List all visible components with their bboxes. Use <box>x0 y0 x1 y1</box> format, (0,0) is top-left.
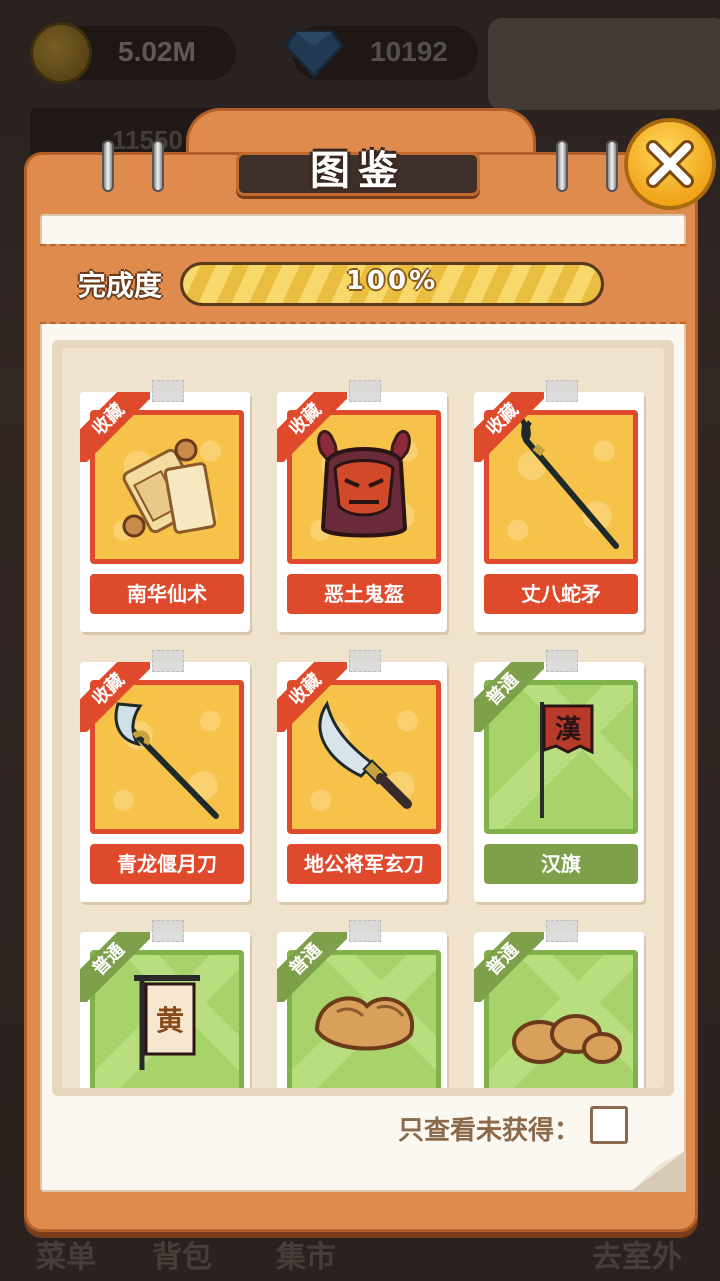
collection-card[interactable]: 收藏 青龙偃月刀 <box>80 650 250 902</box>
rarity-ribbon: 收藏 <box>80 392 150 462</box>
item-name: 地公将军玄刀 <box>287 844 441 884</box>
close-button[interactable] <box>624 118 716 210</box>
item-name: 恶土鬼盔 <box>287 574 441 614</box>
tape <box>152 650 184 672</box>
page-curl <box>630 1150 686 1192</box>
rarity-ribbon: 普通 <box>277 932 347 1002</box>
close-icon <box>646 140 694 188</box>
collection-card[interactable]: 收藏 丈八蛇矛 <box>474 380 644 632</box>
completion-label: 完成度 <box>78 269 163 302</box>
rarity-ribbon: 收藏 <box>277 662 347 732</box>
collection-card[interactable]: 收藏 恶土鬼盔 <box>277 380 447 632</box>
tape <box>546 380 578 402</box>
svg-text:漢: 漢 <box>555 715 582 745</box>
tape <box>152 380 184 402</box>
svg-text:黄: 黄 <box>156 1004 184 1037</box>
collection-card[interactable]: 漢 普通 汉旗 <box>474 650 644 902</box>
tape <box>349 650 381 672</box>
filter-unobtained-label: 只查看未获得： <box>398 1116 581 1146</box>
collection-card[interactable]: 黄 普通 <box>80 920 250 1088</box>
tape <box>546 920 578 942</box>
collection-card[interactable]: 普通 <box>474 920 644 1088</box>
rarity-ribbon: 收藏 <box>80 662 150 732</box>
item-name: 汉旗 <box>484 844 638 884</box>
item-name: 丈八蛇矛 <box>484 574 638 614</box>
collection-card[interactable]: 普通 <box>277 920 447 1088</box>
binder-ring <box>606 140 618 192</box>
rarity-ribbon: 普通 <box>80 932 150 1002</box>
item-name: 青龙偃月刀 <box>90 844 244 884</box>
rarity-ribbon: 普通 <box>474 932 544 1002</box>
binder-ring <box>102 140 114 192</box>
item-grid: 收藏 南华仙术 收藏 恶土鬼盔 收藏 丈八蛇矛 收藏 青龙偃月刀 收藏 地公将军… <box>62 348 664 1088</box>
rarity-ribbon: 收藏 <box>277 392 347 462</box>
rarity-ribbon: 普通 <box>474 662 544 732</box>
rarity-ribbon: 收藏 <box>474 392 544 462</box>
tape <box>349 380 381 402</box>
collection-card[interactable]: 收藏 南华仙术 <box>80 380 250 632</box>
item-name: 南华仙术 <box>90 574 244 614</box>
filter-unobtained-checkbox[interactable] <box>590 1106 628 1144</box>
binder-ring <box>556 140 568 192</box>
completion-percent: 100% <box>345 266 439 296</box>
tape <box>546 650 578 672</box>
tape <box>152 920 184 942</box>
tape <box>349 920 381 942</box>
collection-card[interactable]: 收藏 地公将军玄刀 <box>277 650 447 902</box>
binder-ring <box>152 140 164 192</box>
modal-title: 图鉴 <box>310 148 406 194</box>
